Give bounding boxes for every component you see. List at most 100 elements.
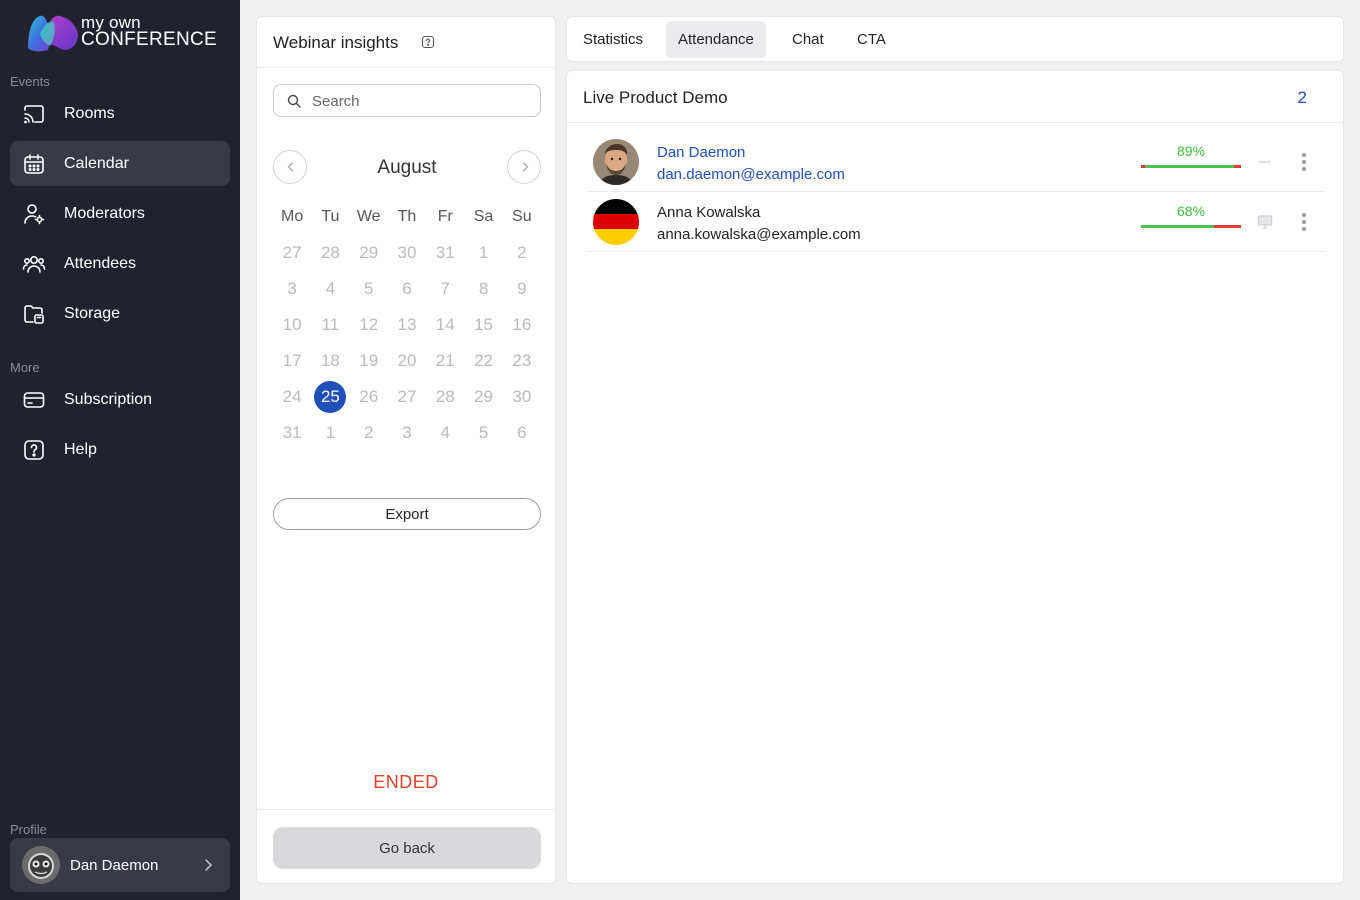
attendee-row[interactable]: Dan Daemon dan.daemon@example.com 89% — [587, 132, 1325, 192]
calendar-day-label: 26 — [359, 387, 379, 406]
export-button[interactable]: Export — [273, 498, 541, 530]
calendar-day[interactable]: 1 — [464, 235, 502, 271]
attendee-email[interactable]: dan.daemon@example.com — [657, 166, 845, 183]
calendar-day[interactable]: 29 — [464, 379, 502, 415]
calendar-day[interactable]: 26 — [350, 379, 388, 415]
calendar-day[interactable]: 22 — [464, 343, 502, 379]
sidebar-item-attendees[interactable]: Attendees — [10, 241, 230, 286]
calendar-day-label: 13 — [397, 315, 417, 334]
calendar-day[interactable]: 3 — [273, 271, 311, 307]
card-icon — [23, 392, 45, 408]
calendar-day[interactable]: 28 — [426, 379, 464, 415]
calendar-week: 17 18 19 20 21 22 23 — [273, 343, 541, 379]
calendar-day[interactable]: 28 — [311, 235, 349, 271]
attendee-row[interactable]: Anna Kowalska anna.kowalska@example.com … — [587, 192, 1325, 252]
weekday-label: Tu — [321, 208, 340, 225]
next-month-button[interactable] — [507, 150, 541, 184]
weekday-label: Su — [512, 208, 532, 225]
calendar-day[interactable]: 18 — [311, 343, 349, 379]
calendar-day-selected[interactable]: 25 — [311, 379, 349, 415]
avatar — [593, 139, 639, 185]
calendar-day[interactable]: 5 — [464, 415, 502, 451]
sidebar-item-storage[interactable]: Storage — [10, 291, 230, 336]
calendar-day-label: 8 — [478, 279, 489, 298]
calendar-day[interactable]: 15 — [464, 307, 502, 343]
calendar-day-label: 12 — [359, 315, 379, 334]
calendar-day[interactable]: 27 — [273, 235, 311, 271]
calendar-day[interactable]: 16 — [503, 307, 541, 343]
chevron-right-icon — [205, 859, 213, 871]
calendar-day[interactable]: 30 — [503, 379, 541, 415]
attendance-bar-gap — [1214, 225, 1241, 228]
calendar-day[interactable]: 3 — [388, 415, 426, 451]
calendar-day[interactable]: 8 — [464, 271, 502, 307]
calendar-day[interactable]: 19 — [350, 343, 388, 379]
calendar-day[interactable]: 5 — [350, 271, 388, 307]
brand-line2: CONFERENCE — [81, 29, 218, 50]
calendar-day[interactable]: 6 — [503, 415, 541, 451]
calendar-day[interactable]: 31 — [273, 415, 311, 451]
more-section-label: More — [10, 360, 40, 375]
weekday-label: We — [356, 208, 381, 225]
calendar-day[interactable]: 29 — [350, 235, 388, 271]
tab-attendance[interactable]: Attendance — [666, 21, 766, 58]
more-vertical-icon[interactable] — [1294, 211, 1314, 233]
calendar-day-label: 1 — [325, 423, 336, 442]
attendee-name[interactable]: Dan Daemon — [657, 144, 745, 161]
calendar-day[interactable]: 23 — [503, 343, 541, 379]
calendar-day[interactable]: 13 — [388, 307, 426, 343]
calendar-day[interactable]: 12 — [350, 307, 388, 343]
tab-chat[interactable]: Chat — [780, 21, 836, 58]
sidebar-item-label: Storage — [64, 304, 121, 322]
calendar-day-label: 5 — [363, 279, 374, 298]
sidebar-item-moderators[interactable]: Moderators — [10, 191, 230, 236]
prev-month-button[interactable] — [273, 150, 307, 184]
brand-name: my own CONFERENCE — [81, 14, 218, 50]
calendar-day[interactable]: 30 — [388, 235, 426, 271]
calendar-day-label: 4 — [440, 423, 450, 442]
sidebar-item-help[interactable]: Help — [10, 427, 230, 472]
calendar-day[interactable]: 2 — [503, 235, 541, 271]
tab-statistics[interactable]: Statistics — [571, 21, 655, 58]
search-input[interactable] — [312, 91, 532, 111]
sidebar-item-calendar[interactable]: Calendar — [10, 141, 230, 186]
calendar-day[interactable]: 21 — [426, 343, 464, 379]
calendar-day[interactable]: 17 — [273, 343, 311, 379]
calendar-day[interactable]: 11 — [311, 307, 349, 343]
attendee-email[interactable]: anna.kowalska@example.com — [657, 226, 861, 243]
sidebar-item-rooms[interactable]: Rooms — [10, 91, 230, 136]
weekday-label: Mo — [281, 208, 304, 225]
attendee-name[interactable]: Anna Kowalska — [657, 204, 760, 221]
calendar-day-label: 7 — [440, 279, 450, 298]
calendar-day[interactable]: 4 — [426, 415, 464, 451]
calendar-day-label: 10 — [282, 315, 302, 334]
tab-cta[interactable]: CTA — [845, 21, 898, 58]
calendar-day[interactable]: 4 — [311, 271, 349, 307]
go-back-button[interactable]: Go back — [273, 827, 541, 869]
calendar-day[interactable]: 14 — [426, 307, 464, 343]
calendar-day[interactable]: 31 — [426, 235, 464, 271]
calendar-day[interactable]: 2 — [350, 415, 388, 451]
calendar-day[interactable]: 24 — [273, 379, 311, 415]
calendar-day[interactable]: 27 — [388, 379, 426, 415]
panel-header: Webinar insights — [257, 17, 555, 68]
divider — [257, 809, 555, 810]
calendar-day-label: 1 — [478, 243, 489, 262]
more-vertical-icon[interactable] — [1294, 151, 1314, 173]
profile-section-label: Profile — [10, 822, 47, 837]
calendar-day[interactable]: 7 — [426, 271, 464, 307]
calendar-day[interactable]: 20 — [388, 343, 426, 379]
calendar-day[interactable]: 1 — [311, 415, 349, 451]
calendar-day[interactable]: 10 — [273, 307, 311, 343]
calendar-day[interactable]: 9 — [503, 271, 541, 307]
calendar-day-label: 14 — [435, 315, 455, 334]
calendar-week: 3 4 5 6 7 8 9 — [273, 271, 541, 307]
search-box — [273, 84, 541, 117]
sidebar-item-subscription[interactable]: Subscription — [10, 377, 230, 422]
calendar-day-label: 28 — [435, 387, 455, 406]
profile-card[interactable]: Dan Daemon — [10, 838, 230, 892]
help-icon[interactable] — [421, 35, 435, 49]
calendar-day-label: 15 — [474, 315, 493, 334]
brand-logo[interactable]: my own CONFERENCE — [26, 10, 226, 56]
calendar-day[interactable]: 6 — [388, 271, 426, 307]
